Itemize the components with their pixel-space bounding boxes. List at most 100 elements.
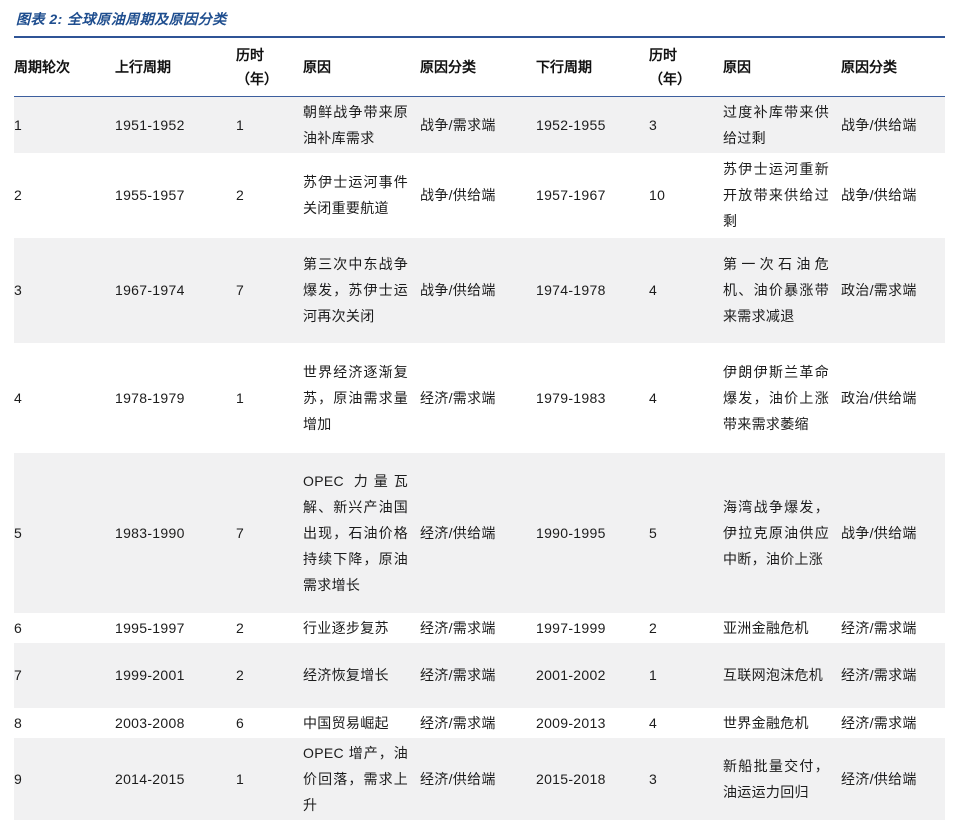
cell-up-period: 2014-2015: [115, 770, 185, 787]
table-row: 7 1999-2001 2 经济恢复增长 经济/需求端 2001-2002 1 …: [14, 642, 945, 708]
cell-up-period: 1951-1952: [115, 116, 185, 133]
cell-down-reason: 新船批量交付，油运运力回归: [723, 757, 829, 800]
col-header-up-period: 上行周期: [115, 37, 236, 97]
col-header-cycle-index: 周期轮次: [14, 37, 115, 97]
cell-up-reason: 苏伊士运河事件关闭重要航道: [303, 174, 408, 216]
cell-up-category: 战争/供给端: [420, 282, 496, 298]
cell-down-category: 经济/需求端: [841, 714, 917, 731]
table-row: 6 1995-1997 2 行业逐步复苏 经济/需求端 1997-1999 2 …: [14, 613, 945, 643]
cell-up-category: 战争/需求端: [420, 116, 496, 133]
col-header-down-category: 原因分类: [841, 37, 945, 97]
cell-cycle-index: 9: [14, 770, 23, 787]
cell-up-period: 1978-1979: [115, 389, 185, 406]
cell-up-category: 战争/供给端: [420, 187, 496, 203]
cell-down-duration: 4: [649, 389, 658, 406]
cell-down-reason: 世界金融危机: [723, 714, 809, 731]
cell-down-duration: 4: [649, 282, 658, 298]
table-row: 5 1983-1990 7 OPEC 力量瓦解、新兴产油国出现，石油价格持续下降…: [14, 452, 945, 613]
col-header-up-reason: 原因: [303, 37, 420, 97]
cell-cycle-index: 4: [14, 389, 23, 406]
oil-cycle-table: 周期轮次 上行周期 历时 （年） 原因 原因分类 下行周期 历时 （年） 原因 …: [14, 36, 945, 820]
cell-up-reason: 世界经济逐渐复苏，原油需求量增加: [303, 363, 408, 432]
table-body: 1 1951-1952 1 朝鲜战争带来原油补库需求 战争/需求端 1952-1…: [14, 96, 945, 820]
cell-cycle-index: 6: [14, 619, 23, 636]
cell-down-duration: 4: [649, 714, 658, 731]
cell-down-reason: 苏伊士运河重新开放带来供给过剩: [723, 161, 829, 229]
table-row: 8 2003-2008 6 中国贸易崛起 经济/需求端 2009-2013 4 …: [14, 708, 945, 738]
table-row: 3 1967-1974 7 第三次中东战争爆发，苏伊士运河再次关闭 战争/供给端…: [14, 237, 945, 343]
cell-up-period: 1967-1974: [115, 282, 185, 298]
cell-up-reason: 行业逐步复苏: [303, 619, 389, 636]
cell-down-reason: 海湾战争爆发，伊拉克原油供应中断，油价上涨: [723, 498, 829, 567]
cell-down-category: 经济/需求端: [841, 619, 917, 636]
cell-down-duration: 5: [649, 524, 658, 541]
cell-down-category: 经济/需求端: [841, 667, 917, 683]
cell-down-reason: 互联网泡沫危机: [723, 667, 824, 683]
cell-up-period: 1999-2001: [115, 667, 185, 683]
cell-cycle-index: 8: [14, 714, 23, 731]
col-header-down-reason: 原因: [723, 37, 841, 97]
cell-up-reason: 经济恢复增长: [303, 667, 389, 683]
cell-down-reason: 亚洲金融危机: [723, 619, 809, 636]
cell-down-category: 战争/供给端: [841, 116, 917, 133]
col-header-down-duration: 历时 （年）: [649, 37, 723, 97]
cell-up-reason: OPEC 增产，油价回落，需求上升: [303, 744, 408, 813]
cell-up-category: 经济/需求端: [420, 619, 496, 636]
cell-up-reason: OPEC 力量瓦解、新兴产油国出现，石油价格持续下降，原油需求增长: [303, 472, 408, 593]
cell-cycle-index: 1: [14, 116, 23, 133]
cell-cycle-index: 3: [14, 282, 23, 298]
col-header-down-period: 下行周期: [536, 37, 649, 97]
cell-down-category: 政治/供给端: [841, 389, 917, 406]
cell-up-period: 1995-1997: [115, 619, 185, 636]
cell-down-period: 1997-1999: [536, 619, 606, 636]
cell-down-period: 1957-1967: [536, 187, 606, 203]
cell-up-reason: 中国贸易崛起: [303, 714, 389, 731]
cell-down-period: 2001-2002: [536, 667, 606, 683]
cell-cycle-index: 2: [14, 187, 23, 203]
cell-cycle-index: 7: [14, 667, 23, 683]
cell-up-duration: 1: [236, 389, 245, 406]
col-header-up-duration: 历时 （年）: [236, 37, 303, 97]
cell-up-duration: 2: [236, 187, 245, 203]
cell-down-reason: 过度补库带来供给过剩: [723, 103, 829, 146]
cell-down-reason: 第一次石油危机、油价暴涨带来需求减退: [723, 256, 829, 324]
cell-down-category: 经济/供给端: [841, 770, 917, 787]
cell-down-period: 2009-2013: [536, 714, 606, 731]
cell-up-duration: 2: [236, 667, 245, 683]
header-row: 周期轮次 上行周期 历时 （年） 原因 原因分类 下行周期 历时 （年） 原因 …: [14, 37, 945, 97]
cell-up-duration: 7: [236, 524, 245, 541]
table-header: 周期轮次 上行周期 历时 （年） 原因 原因分类 下行周期 历时 （年） 原因 …: [14, 37, 945, 97]
cell-up-period: 1955-1957: [115, 187, 185, 203]
cell-up-category: 经济/供给端: [420, 770, 496, 787]
cell-down-category: 战争/供给端: [841, 524, 917, 541]
table-row: 9 2014-2015 1 OPEC 增产，油价回落，需求上升 经济/供给端 2…: [14, 737, 945, 820]
table-row: 1 1951-1952 1 朝鲜战争带来原油补库需求 战争/需求端 1952-1…: [14, 96, 945, 153]
table-row: 2 1955-1957 2 苏伊士运河事件关闭重要航道 战争/供给端 1957-…: [14, 153, 945, 238]
cell-down-category: 政治/需求端: [841, 282, 917, 298]
cell-down-duration: 2: [649, 619, 658, 636]
figure-title: 图表 2: 全球原油周期及原因分类: [16, 11, 227, 27]
cell-down-period: 2015-2018: [536, 770, 606, 787]
cell-up-category: 经济/供给端: [420, 524, 496, 541]
table-row: 4 1978-1979 1 世界经济逐渐复苏，原油需求量增加 经济/需求端 19…: [14, 343, 945, 453]
cell-down-reason: 伊朗伊斯兰革命爆发，油价上涨带来需求萎缩: [723, 363, 829, 432]
cell-up-period: 1983-1990: [115, 524, 185, 541]
cell-up-duration: 1: [236, 770, 245, 787]
cell-up-category: 经济/需求端: [420, 389, 496, 406]
cell-down-duration: 1: [649, 667, 658, 683]
cell-up-duration: 6: [236, 714, 245, 731]
cell-up-category: 经济/需求端: [420, 714, 496, 731]
cell-down-period: 1990-1995: [536, 524, 606, 541]
col-header-up-category: 原因分类: [420, 37, 536, 97]
cell-up-reason: 朝鲜战争带来原油补库需求: [303, 103, 408, 146]
cell-up-reason: 第三次中东战争爆发，苏伊士运河再次关闭: [303, 256, 408, 324]
cell-up-period: 2003-2008: [115, 714, 185, 731]
cell-down-period: 1974-1978: [536, 282, 606, 298]
cell-up-duration: 7: [236, 282, 245, 298]
cell-down-category: 战争/供给端: [841, 187, 917, 203]
cell-up-duration: 2: [236, 619, 245, 636]
cell-down-period: 1979-1983: [536, 389, 606, 406]
cell-down-duration: 10: [649, 187, 666, 203]
cell-down-period: 1952-1955: [536, 116, 606, 133]
cell-up-duration: 1: [236, 116, 245, 133]
